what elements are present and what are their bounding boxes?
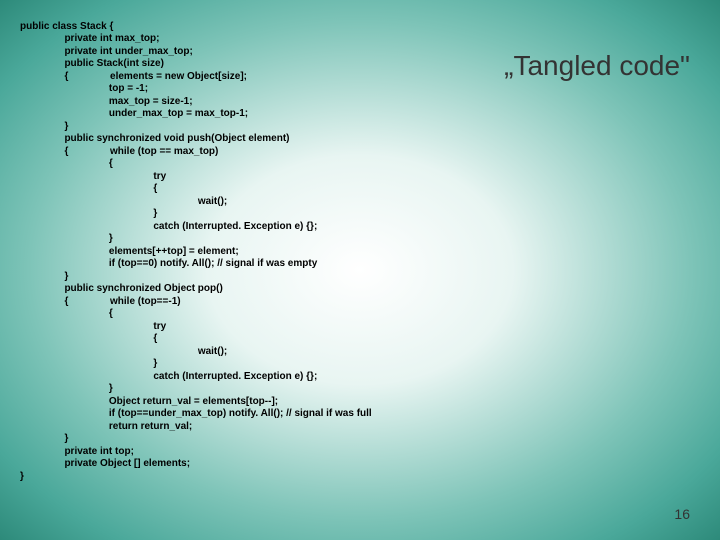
code-line: public synchronized Object pop() xyxy=(20,283,223,294)
code-line: } xyxy=(20,121,68,132)
code-line: { xyxy=(20,158,113,169)
code-line: { xyxy=(20,308,113,319)
code-line: } xyxy=(20,383,113,394)
code-line: if (top==under_max_top) notify. All(); /… xyxy=(20,408,372,419)
code-line: private int max_top; xyxy=(20,33,159,44)
code-line: public class Stack { xyxy=(20,21,113,32)
code-line: { while (top == max_top) xyxy=(20,146,218,157)
code-line: } xyxy=(20,358,157,369)
code-line: wait(); xyxy=(20,346,227,357)
code-line: under_max_top = max_top-1; xyxy=(20,108,248,119)
code-line: catch (Interrupted. Exception e) {}; xyxy=(20,221,317,232)
code-line: { elements = new Object[size]; xyxy=(20,71,247,82)
code-line: public Stack(int size) xyxy=(20,58,164,69)
code-line: private int top; xyxy=(20,446,134,457)
code-line: max_top = size-1; xyxy=(20,96,193,107)
code-line: try xyxy=(20,321,166,332)
code-line: { xyxy=(20,333,157,344)
code-line: public synchronized void push(Object ele… xyxy=(20,133,289,144)
code-line: } xyxy=(20,471,24,482)
code-line: try xyxy=(20,171,166,182)
code-line: } xyxy=(20,271,68,282)
code-line: elements[++top] = element; xyxy=(20,246,239,257)
code-line: Object return_val = elements[top--]; xyxy=(20,396,278,407)
code-line: { while (top==-1) xyxy=(20,296,181,307)
code-line: wait(); xyxy=(20,196,227,207)
page-number: 16 xyxy=(674,506,690,522)
code-block: public class Stack { private int max_top… xyxy=(20,8,372,483)
code-line: if (top==0) notify. All(); // signal if … xyxy=(20,258,317,269)
code-line: private int under_max_top; xyxy=(20,46,193,57)
code-line: } xyxy=(20,208,157,219)
code-line: catch (Interrupted. Exception e) {}; xyxy=(20,371,317,382)
slide-title: „Tangled code" xyxy=(504,50,690,82)
code-line: } xyxy=(20,433,68,444)
code-line: private Object [] elements; xyxy=(20,458,190,469)
code-line: } xyxy=(20,233,113,244)
code-line: top = -1; xyxy=(20,83,148,94)
code-line: { xyxy=(20,183,157,194)
code-line: return return_val; xyxy=(20,421,192,432)
